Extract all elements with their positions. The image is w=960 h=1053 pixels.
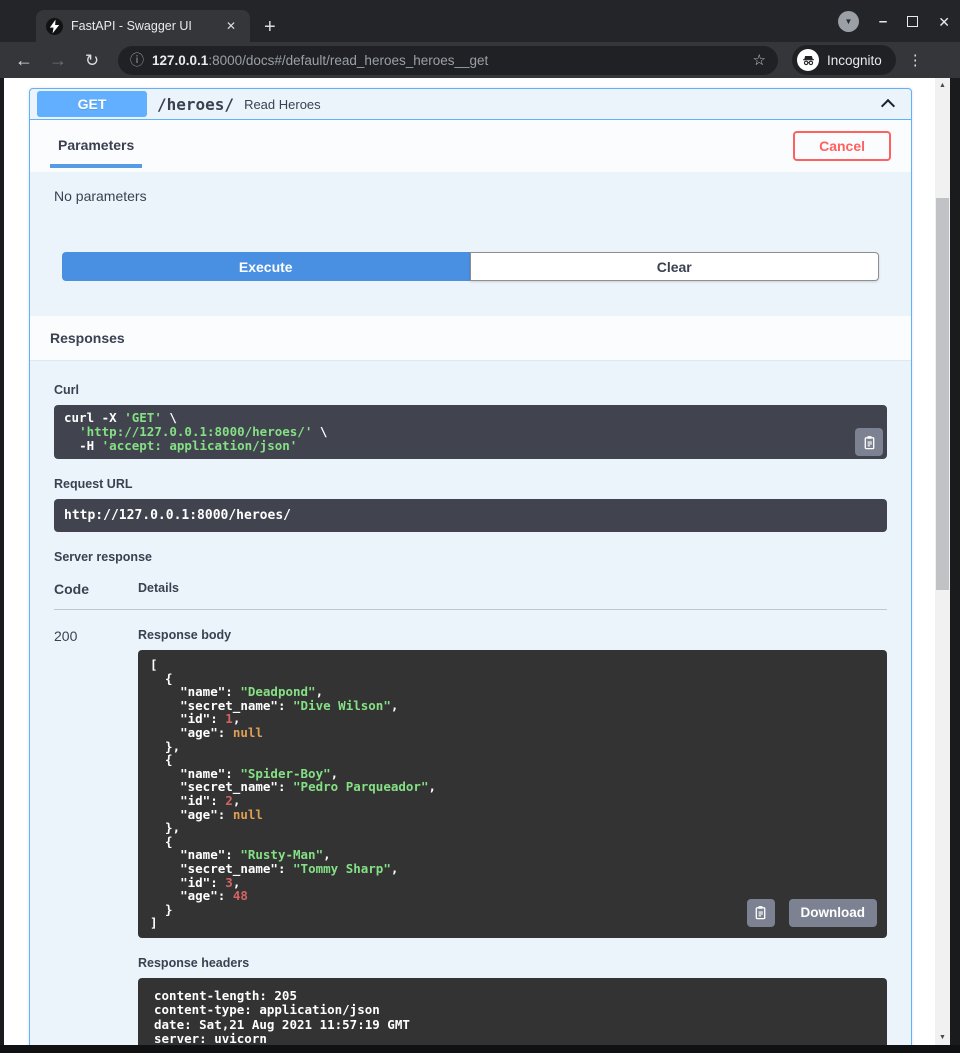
response-body-wrap: [ { "name": "Deadpond", "secret_name": "… bbox=[138, 650, 887, 938]
download-button[interactable]: Download bbox=[789, 899, 878, 927]
window-right-edge bbox=[950, 78, 960, 1045]
reload-button[interactable]: ↻ bbox=[78, 52, 106, 69]
collapse-chevron-icon[interactable] bbox=[881, 99, 895, 113]
execute-wrapper: Execute Clear bbox=[30, 216, 911, 316]
maximize-button[interactable] bbox=[907, 16, 918, 27]
response-body-actions: Download bbox=[747, 899, 878, 927]
curl-wrap: curl -X 'GET' \ 'http://127.0.0.1:8000/h… bbox=[54, 405, 887, 459]
scrollbar-thumb[interactable] bbox=[936, 198, 949, 590]
address-bar[interactable]: ⓘ 127.0.0.1:8000/docs#/default/read_hero… bbox=[118, 46, 778, 75]
no-parameters-text: No parameters bbox=[54, 188, 887, 204]
response-details: Response body [ { "name": "Deadpond", "s… bbox=[138, 628, 887, 1045]
incognito-badge: Incognito bbox=[792, 45, 896, 75]
copy-curl-button[interactable] bbox=[855, 428, 883, 456]
method-badge: GET bbox=[37, 91, 147, 117]
response-table-head: Code Details bbox=[54, 581, 887, 610]
browser-menu-icon[interactable]: ⋮ bbox=[902, 51, 929, 69]
url-path: :8000/docs#/default/read_heroes_heroes__… bbox=[208, 53, 488, 68]
response-body: [ { "name": "Deadpond", "secret_name": "… bbox=[138, 650, 887, 938]
close-window-button[interactable]: ✕ bbox=[938, 15, 950, 29]
details-column-header: Details bbox=[138, 581, 179, 597]
window-controls: ▼ – ✕ bbox=[838, 11, 950, 32]
swagger-page: GET /heroes/ Read Heroes Parameters Canc… bbox=[4, 78, 935, 1045]
tab-title: FastAPI - Swagger UI bbox=[71, 19, 214, 33]
maximize-icon bbox=[907, 16, 918, 27]
tab-strip: FastAPI - Swagger UI ✕ + ▼ – ✕ bbox=[0, 0, 960, 42]
copy-response-button[interactable] bbox=[747, 899, 775, 927]
responses-title: Responses bbox=[50, 330, 125, 346]
clipboard-icon bbox=[862, 435, 877, 450]
tab-close-icon[interactable]: ✕ bbox=[222, 18, 240, 34]
code-column-header: Code bbox=[54, 581, 138, 597]
minimize-button[interactable]: – bbox=[879, 14, 887, 29]
scroll-down-icon[interactable]: ▼ bbox=[939, 1030, 946, 1045]
clipboard-icon bbox=[753, 905, 768, 920]
responses-inner: Curl curl -X 'GET' \ 'http://127.0.0.1:8… bbox=[30, 361, 911, 1045]
chrome-caret-icon[interactable]: ▼ bbox=[838, 11, 859, 32]
request-url-label: Request URL bbox=[54, 477, 887, 491]
incognito-label: Incognito bbox=[827, 53, 882, 68]
page-scrollbar[interactable]: ▲ ▼ bbox=[935, 78, 950, 1045]
server-response-table: Code Details 200 Response body [ { "name… bbox=[54, 581, 887, 1045]
opblock-summary[interactable]: GET /heroes/ Read Heroes bbox=[30, 89, 911, 120]
cancel-button[interactable]: Cancel bbox=[793, 131, 891, 161]
response-headers: content-length: 205content-type: applica… bbox=[138, 978, 887, 1045]
parameters-container: No parameters bbox=[30, 172, 911, 216]
curl-command: curl -X 'GET' \ 'http://127.0.0.1:8000/h… bbox=[54, 405, 887, 459]
curl-label: Curl bbox=[54, 383, 887, 397]
server-response-label: Server response bbox=[54, 550, 887, 564]
clear-button[interactable]: Clear bbox=[470, 252, 880, 281]
execute-button[interactable]: Execute bbox=[62, 252, 470, 281]
incognito-icon bbox=[797, 49, 819, 71]
response-body-label: Response body bbox=[138, 628, 887, 642]
bookmark-star-icon[interactable]: ☆ bbox=[753, 51, 766, 69]
browser-tab[interactable]: FastAPI - Swagger UI ✕ bbox=[36, 10, 250, 42]
tab-parameters: Parameters bbox=[50, 137, 142, 155]
url-host: 127.0.0.1 bbox=[152, 53, 208, 68]
browser-toolbar: ← → ↻ ⓘ 127.0.0.1:8000/docs#/default/rea… bbox=[0, 42, 960, 78]
responses-header: Responses bbox=[30, 316, 911, 361]
status-code: 200 bbox=[54, 628, 138, 1045]
endpoint-path: /heroes/ bbox=[157, 95, 234, 114]
back-button[interactable]: ← bbox=[10, 51, 38, 69]
response-headers-label: Response headers bbox=[138, 956, 887, 970]
parameters-title: Parameters bbox=[58, 137, 134, 153]
response-row: 200 Response body [ { "name": "Deadpond"… bbox=[54, 610, 887, 1045]
site-info-icon[interactable]: ⓘ bbox=[130, 50, 144, 70]
forward-button[interactable]: → bbox=[44, 51, 72, 69]
scroll-up-icon[interactable]: ▲ bbox=[939, 78, 946, 93]
window-bottom-edge bbox=[0, 1045, 960, 1053]
parameters-header: Parameters Cancel bbox=[30, 120, 911, 172]
url-text: 127.0.0.1:8000/docs#/default/read_heroes… bbox=[152, 53, 745, 68]
fastapi-favicon-icon bbox=[46, 18, 63, 35]
opblock-get-heroes: GET /heroes/ Read Heroes Parameters Canc… bbox=[29, 88, 912, 1045]
browser-window: FastAPI - Swagger UI ✕ + ▼ – ✕ ← → ↻ ⓘ 1… bbox=[0, 0, 960, 1053]
request-url: http://127.0.0.1:8000/heroes/ bbox=[54, 499, 887, 532]
new-tab-button[interactable]: + bbox=[264, 17, 276, 37]
endpoint-summary: Read Heroes bbox=[244, 97, 873, 112]
